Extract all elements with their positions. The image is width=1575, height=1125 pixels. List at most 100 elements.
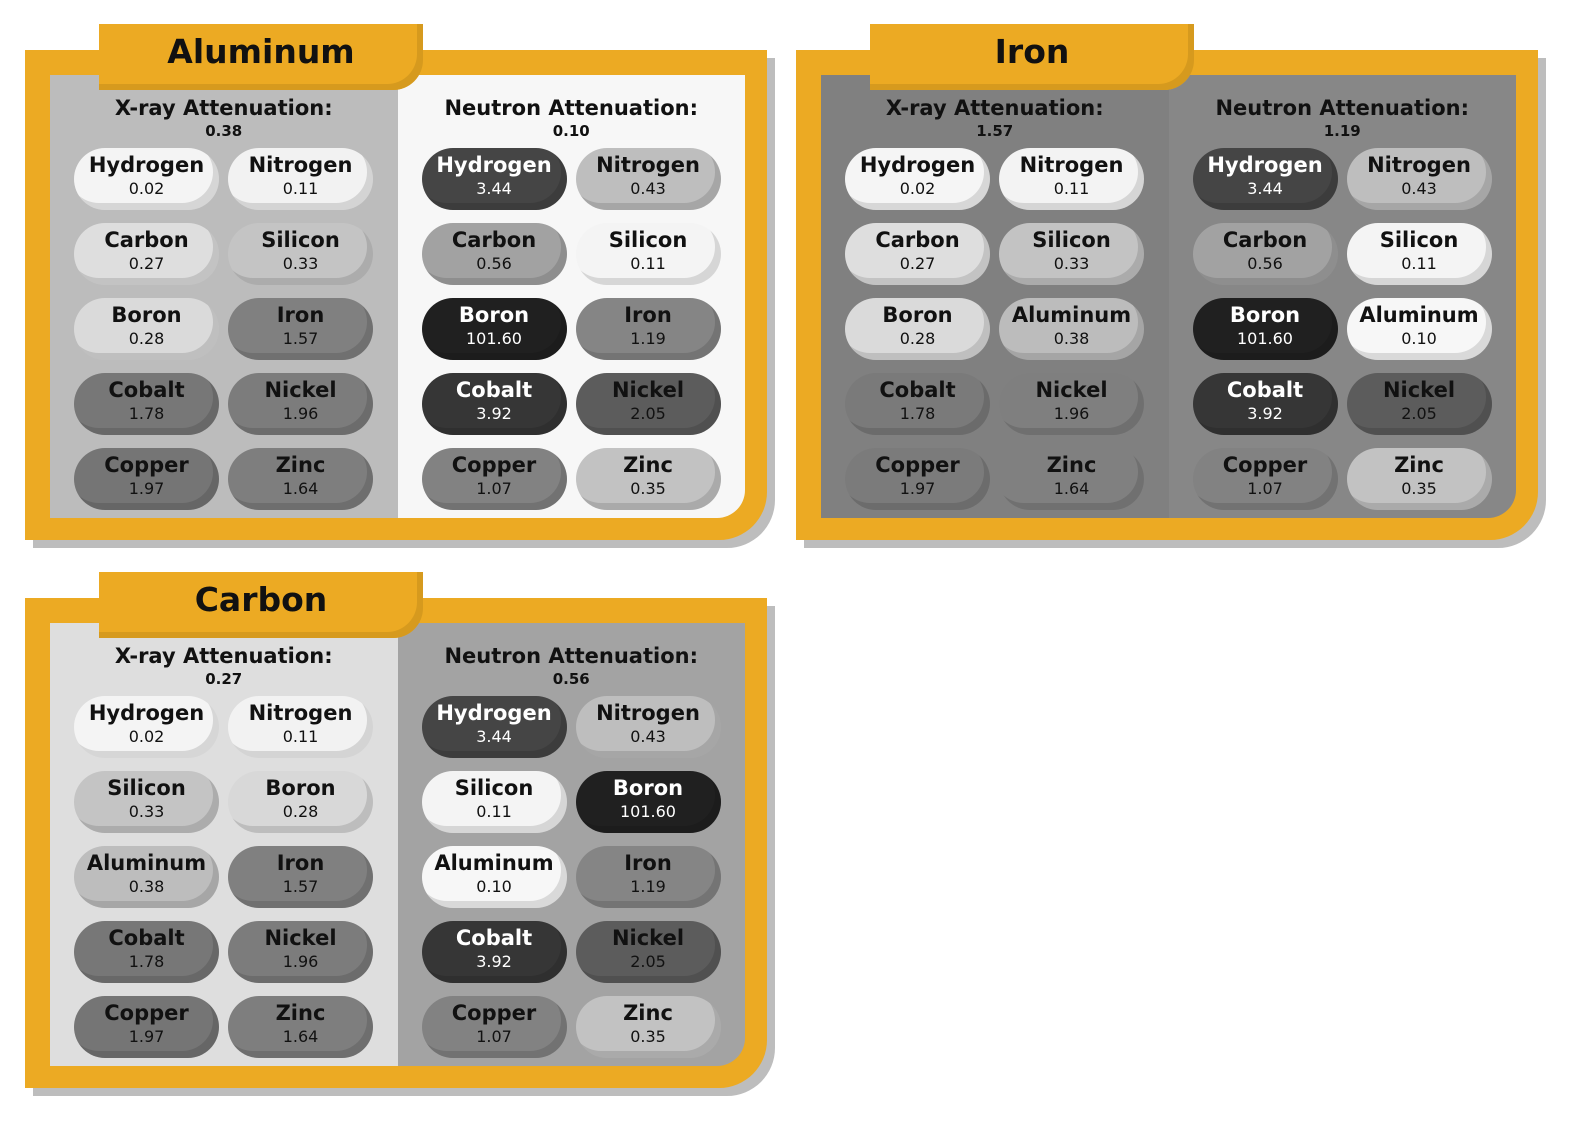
- element-pill: Silicon 0.11: [421, 771, 567, 833]
- element-name: Zinc: [1394, 453, 1444, 477]
- element-value: 1.57: [282, 877, 319, 896]
- card-body: X-ray Attenuation: 0.27 Hydrogen 0.02 Nitrog…: [50, 623, 745, 1066]
- element-pill: Zinc 1.64: [228, 996, 373, 1058]
- element-pill: Cobalt 3.92: [1192, 373, 1338, 435]
- element-name: Zinc: [275, 1001, 326, 1025]
- element-pill: Iron 1.57: [228, 846, 373, 908]
- element-value: 0.35: [630, 479, 666, 498]
- element-value: 101.60: [1237, 329, 1293, 348]
- element-value: 0.35: [1401, 479, 1437, 498]
- element-name: Hydrogen: [859, 153, 976, 177]
- element-pill: Silicon 0.33: [74, 771, 219, 833]
- element-name: Aluminum: [86, 851, 207, 875]
- element-name: Boron: [458, 303, 530, 327]
- element-pill: Hydrogen 0.02: [845, 148, 990, 210]
- xray-column: X-ray Attenuation: 0.27 Hydrogen 0.02 Nitrog…: [50, 623, 398, 1066]
- neutron-column: Neutron Attenuation: 0.10 Hydrogen 3.44 Nitr…: [397, 75, 745, 518]
- card-title: Aluminum: [167, 32, 355, 71]
- element-name: Nitrogen: [1367, 153, 1471, 177]
- card-title: Carbon: [194, 580, 328, 619]
- element-name: Nickel: [264, 926, 337, 950]
- neutron-column: Neutron Attenuation: 0.56 Hydrogen 3.44 Nitr…: [397, 623, 745, 1066]
- element-name: Zinc: [623, 1001, 673, 1025]
- element-pill: Cobalt 1.78: [74, 921, 219, 983]
- element-pill: Hydrogen 3.44: [1192, 148, 1338, 210]
- element-name: Nitrogen: [248, 153, 353, 177]
- element-pill: Copper 1.97: [74, 448, 219, 510]
- element-name: Silicon: [107, 776, 186, 800]
- element-pill: Zinc 0.35: [1346, 448, 1492, 510]
- element-grid: Hydrogen 0.02 Nitrogen 0.11 Carbon 0.27 Silico…: [74, 148, 373, 510]
- element-name: Nickel: [264, 378, 337, 402]
- element-value: 0.28: [282, 802, 319, 821]
- element-name: Nickel: [611, 926, 685, 950]
- xray-column: X-ray Attenuation: 0.38 Hydrogen 0.02 Nitrog…: [50, 75, 398, 518]
- element-name: Iron: [624, 851, 672, 875]
- element-name: Nitrogen: [596, 701, 700, 725]
- element-pill: Zinc 1.64: [228, 448, 373, 510]
- element-value: 1.64: [282, 1027, 319, 1046]
- element-pill: Cobalt 1.78: [74, 373, 219, 435]
- element-pill: Nitrogen 0.43: [575, 696, 721, 758]
- element-pill: Zinc 0.35: [575, 996, 721, 1058]
- element-name: Carbon: [1222, 228, 1308, 252]
- element-value: 0.28: [128, 329, 165, 348]
- element-name: Nitrogen: [248, 701, 353, 725]
- element-name: Cobalt: [455, 378, 533, 402]
- xray-column: X-ray Attenuation: 1.57 Hydrogen 0.02 Nitrog…: [821, 75, 1169, 518]
- element-value: 0.33: [282, 254, 319, 273]
- element-value: 0.33: [128, 802, 165, 821]
- element-name: Nitrogen: [596, 153, 700, 177]
- element-pill: Hydrogen 3.44: [421, 148, 567, 210]
- card-title-tab: Carbon: [99, 572, 423, 638]
- element-value: 0.02: [899, 179, 936, 198]
- element-grid: Hydrogen 3.44 Nitrogen 0.43 Silicon 0.11 Boron…: [421, 696, 721, 1058]
- element-name: Carbon: [875, 228, 960, 252]
- neutron-column: Neutron Attenuation: 1.19 Hydrogen 3.44 Nitr…: [1168, 75, 1516, 518]
- element-pill: Nickel 1.96: [999, 373, 1144, 435]
- element-value: 1.07: [476, 1027, 512, 1046]
- element-name: Silicon: [454, 776, 534, 800]
- element-value: 0.11: [1401, 254, 1437, 273]
- element-pill: Nickel 2.05: [575, 921, 721, 983]
- element-name: Cobalt: [1226, 378, 1304, 402]
- element-name: Copper: [104, 1001, 189, 1025]
- element-pill: Nitrogen 0.11: [999, 148, 1144, 210]
- element-name: Zinc: [275, 453, 326, 477]
- element-pill: Silicon 0.33: [999, 223, 1144, 285]
- element-value: 3.44: [476, 179, 512, 198]
- neutron-value: 1.19: [1323, 122, 1361, 140]
- neutron-label: Neutron Attenuation:: [1215, 96, 1469, 120]
- element-pill: Boron 101.60: [575, 771, 721, 833]
- element-value: 0.28: [899, 329, 936, 348]
- element-name: Carbon: [451, 228, 537, 252]
- neutron-value: 0.56: [552, 670, 590, 688]
- element-value: 0.38: [128, 877, 165, 896]
- neutron-label: Neutron Attenuation:: [444, 644, 698, 668]
- element-name: Zinc: [1046, 453, 1097, 477]
- element-pill: Iron 1.19: [575, 298, 721, 360]
- element-value: 0.02: [128, 179, 165, 198]
- element-pill: Hydrogen 0.02: [74, 696, 219, 758]
- element-name: Hydrogen: [436, 153, 552, 177]
- element-value: 2.05: [630, 952, 666, 971]
- element-value: 1.78: [899, 404, 936, 423]
- element-grid: Hydrogen 3.44 Nitrogen 0.43 Carbon 0.56 Silico…: [421, 148, 721, 510]
- element-value: 0.38: [1053, 329, 1090, 348]
- element-grid: Hydrogen 0.02 Nitrogen 0.11 Carbon 0.27 Silico…: [845, 148, 1144, 510]
- element-pill: Aluminum 0.38: [74, 846, 219, 908]
- element-name: Copper: [1222, 453, 1308, 477]
- element-pill: Copper 1.07: [1192, 448, 1338, 510]
- element-pill: Nickel 1.96: [228, 373, 373, 435]
- element-name: Copper: [451, 453, 537, 477]
- element-value: 2.05: [630, 404, 666, 423]
- element-value: 1.19: [630, 877, 666, 896]
- element-name: Hydrogen: [88, 153, 205, 177]
- element-name: Cobalt: [455, 926, 533, 950]
- element-name: Hydrogen: [436, 701, 552, 725]
- card-title: Iron: [994, 32, 1070, 71]
- element-name: Nickel: [1035, 378, 1108, 402]
- element-pill: Nitrogen 0.43: [575, 148, 721, 210]
- xray-value: 1.57: [976, 122, 1014, 140]
- element-pill: Hydrogen 3.44: [421, 696, 567, 758]
